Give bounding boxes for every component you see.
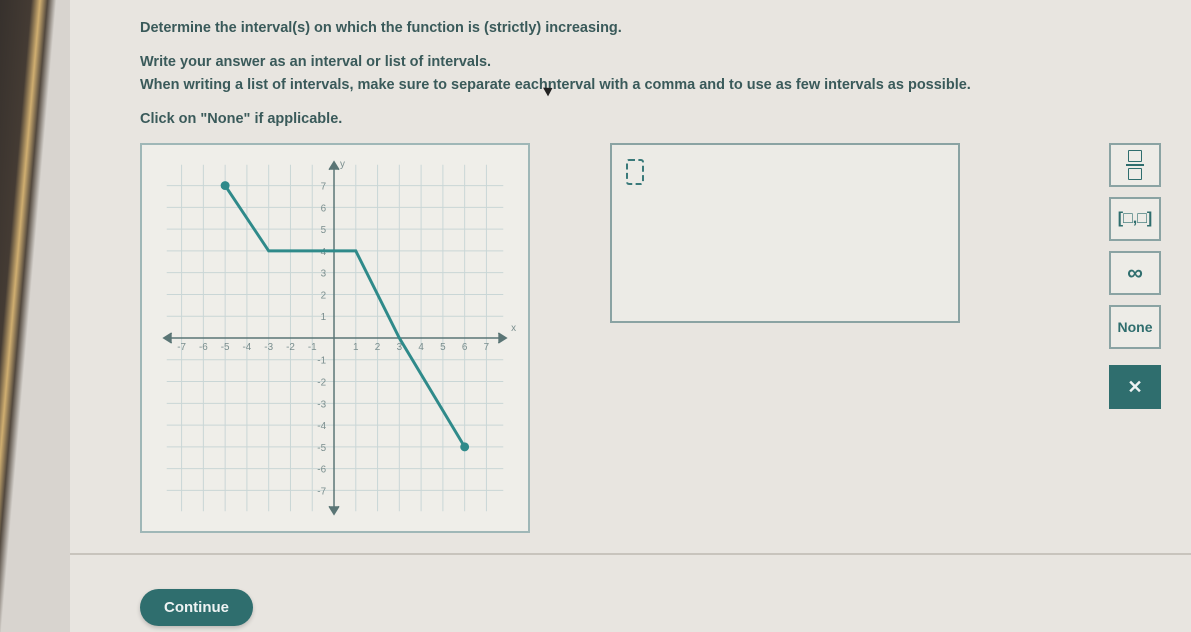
svg-text:-3: -3 — [317, 399, 326, 410]
svg-text:-5: -5 — [317, 443, 326, 454]
svg-text:5: 5 — [440, 342, 446, 353]
none-button[interactable]: None — [1109, 305, 1161, 349]
svg-text:-1: -1 — [308, 342, 317, 353]
question-line-4: Click on "None" if applicable. — [140, 109, 1161, 129]
question-line-3-post: nterval with a comma and to use as few i… — [548, 77, 971, 93]
svg-text:-2: -2 — [286, 342, 295, 353]
fraction-button[interactable] — [1109, 143, 1161, 187]
tool-palette: [□,□] ∞ None ✕ — [1109, 143, 1161, 409]
graph-svg: -7-6-5 -4-3-2 -1 123 456 7 76 54 32 1 -1… — [142, 145, 528, 531]
work-area: -7-6-5 -4-3-2 -1 123 456 7 76 54 32 1 -1… — [140, 143, 1161, 533]
question-line-2: Write your answer as an interval or list… — [140, 52, 1161, 72]
infinity-button[interactable]: ∞ — [1109, 251, 1161, 295]
svg-text:6: 6 — [462, 342, 468, 353]
fraction-icon — [1126, 150, 1144, 180]
question-line-1: Determine the interval(s) on which the f… — [140, 18, 1161, 38]
close-icon: ✕ — [1127, 377, 1142, 398]
svg-text:4: 4 — [418, 342, 424, 353]
svg-text:3: 3 — [321, 269, 327, 280]
svg-text:5: 5 — [321, 225, 327, 236]
svg-text:-1: -1 — [317, 356, 326, 367]
question-line-3-pre: When writing a list of intervals, make s… — [140, 77, 548, 93]
svg-text:7: 7 — [484, 342, 490, 353]
question-line-3: When writing a list of intervals, make s… — [140, 75, 1161, 95]
endpoint-left — [221, 181, 230, 190]
svg-text:-7: -7 — [317, 487, 326, 498]
answer-input-box[interactable] — [610, 143, 960, 323]
svg-text:7: 7 — [321, 182, 326, 193]
svg-text:1: 1 — [321, 312, 327, 323]
svg-text:-4: -4 — [317, 421, 326, 432]
none-button-label: None — [1118, 319, 1153, 335]
svg-text:y: y — [340, 159, 345, 170]
svg-text:-2: -2 — [317, 378, 326, 389]
continue-button[interactable]: Continue — [140, 589, 253, 626]
svg-text:x: x — [511, 323, 516, 334]
svg-text:6: 6 — [321, 204, 327, 215]
photo-left-edge — [0, 0, 70, 632]
svg-text:2: 2 — [375, 342, 380, 353]
svg-text:-6: -6 — [317, 465, 326, 476]
svg-text:-3: -3 — [264, 342, 273, 353]
separator-line — [70, 553, 1191, 555]
svg-text:-5: -5 — [221, 342, 230, 353]
graph-panel: -7-6-5 -4-3-2 -1 123 456 7 76 54 32 1 -1… — [140, 143, 530, 533]
svg-text:2: 2 — [321, 291, 326, 302]
infinity-icon: ∞ — [1127, 260, 1143, 286]
interval-button[interactable]: [□,□] — [1109, 197, 1161, 241]
endpoint-right — [460, 443, 469, 452]
clear-button[interactable]: ✕ — [1109, 365, 1161, 409]
svg-text:-6: -6 — [199, 342, 208, 353]
question-page: Determine the interval(s) on which the f… — [70, 0, 1191, 632]
svg-text:-4: -4 — [243, 342, 252, 353]
svg-text:-7: -7 — [177, 342, 186, 353]
answer-placeholder-icon — [626, 159, 644, 185]
svg-text:1: 1 — [353, 342, 359, 353]
interval-button-label: [□,□] — [1118, 210, 1152, 228]
